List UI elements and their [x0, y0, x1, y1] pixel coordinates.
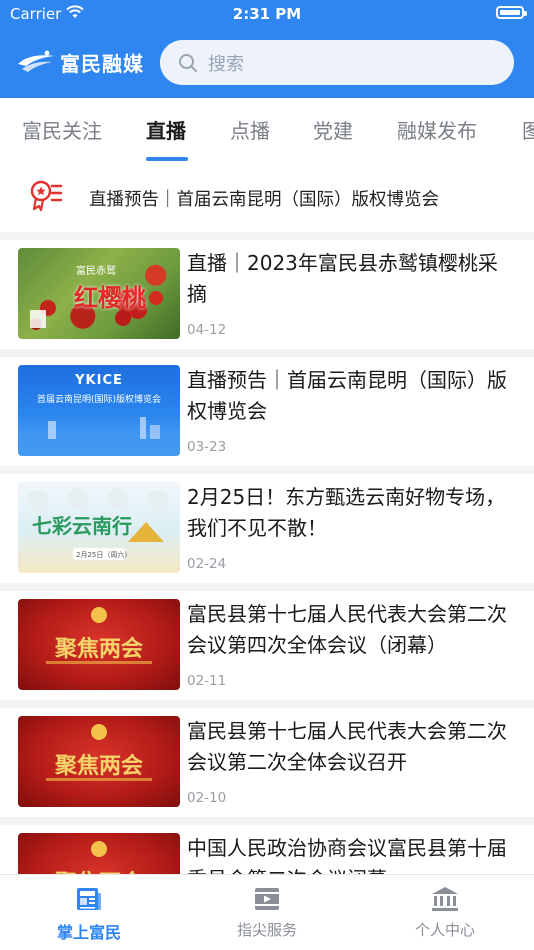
search-placeholder: 搜索 [208, 53, 244, 75]
tabbar-item-profile[interactable]: 个人中心 [356, 885, 534, 940]
app-logo-icon [18, 50, 54, 72]
thumb-caption-small: 2月25日（周六） [76, 551, 132, 559]
tab-vod[interactable]: 点播 [230, 115, 270, 144]
battery-icon [496, 6, 527, 19]
channel-tabs: 富民关注 直播 点播 党建 融媒发布 图 [0, 98, 534, 164]
thumb-caption-big: 聚焦两会 [54, 636, 143, 662]
news-item[interactable]: 聚焦两会 富民县第十七届人民代表大会第二次会议第四次全体会议（闭幕） 02-11 [0, 591, 534, 700]
video-icon [255, 888, 279, 910]
news-item[interactable]: 聚焦两会 富民县第十七届人民代表大会第二次会议第二次全体会议召开 02-10 [0, 708, 534, 817]
brand: 富民融媒 [16, 45, 144, 79]
news-date: 02-10 [187, 790, 227, 806]
bottom-tab-bar: 掌上富民 指尖服务 个人中心 [0, 874, 534, 950]
tab-more[interactable]: 图 [522, 115, 534, 144]
thumb-caption-big: 红樱桃 [74, 283, 146, 312]
news-title: 中国人民政治协商会议富民县第十届委员会第二次会议闭幕 [187, 836, 507, 874]
news-title: 2月25日！东方甄选云南好物专场，我们不见不散！ [187, 485, 506, 540]
app-name: 富民融媒 [60, 51, 144, 76]
tabbar-label: 指尖服务 [236, 921, 297, 939]
tabbar-item-home[interactable]: 掌上富民 [0, 885, 178, 943]
thumb-caption-small: 富民赤鹫 [76, 266, 116, 277]
thumb-caption-big: 首届云南昆明(国际)版权博览会 [36, 395, 162, 405]
news-item[interactable]: 七彩云南行 2月25日（周六） 2月25日！东方甄选云南好物专场，我们不见不散！… [0, 474, 534, 583]
news-date: 02-11 [187, 673, 227, 689]
news-date: 04-12 [187, 322, 227, 338]
tab-live[interactable]: 直播 [146, 115, 186, 144]
search-bar[interactable]: 搜索 [160, 40, 514, 85]
news-item[interactable]: 富民赤鹫 红樱桃 直播｜2023年富民县赤鹫镇樱桃采摘 04-12 [0, 240, 534, 349]
app-root: Carrier 2:31 PM 富民融媒 搜索 富民关注 直播 点播 党建 融媒… [0, 0, 534, 950]
news-item[interactable]: YKICE 首届云南昆明(国际)版权博览会 直播预告｜首届云南昆明（国际）版权博… [0, 357, 534, 466]
news-list: 富民赤鹫 红樱桃 直播｜2023年富民县赤鹫镇樱桃采摘 04-12 YKICE … [0, 240, 534, 874]
thumb-caption-small: YKICE [75, 373, 123, 388]
thumb-caption-big: 七彩云南行 [32, 514, 132, 538]
active-tab-indicator [146, 157, 188, 161]
tab-fumin-focus[interactable]: 富民关注 [22, 115, 102, 144]
news-thumbnail: 七彩云南行 2月25日（周六） [18, 482, 180, 573]
tab-party-building[interactable]: 党建 [313, 115, 353, 144]
status-time: 2:31 PM [232, 5, 302, 23]
tab-media-release[interactable]: 融媒发布 [397, 115, 477, 144]
tabbar-item-services[interactable]: 指尖服务 [178, 885, 356, 940]
news-date: 02-24 [187, 556, 227, 572]
news-date: 03-23 [187, 439, 227, 455]
search-icon [179, 53, 197, 72]
tabbar-label: 个人中心 [414, 921, 475, 939]
live-badge-icon [30, 180, 63, 212]
live-notice[interactable]: 直播预告｜首届云南昆明（国际）版权博览会 [0, 164, 534, 232]
header: Carrier 2:31 PM 富民融媒 搜索 [0, 0, 534, 98]
news-thumbnail: 聚焦两会 [18, 599, 180, 690]
tabbar-label: 掌上富民 [56, 923, 121, 942]
news-thumbnail: 聚焦两会 [18, 716, 180, 807]
notice-text: 直播预告｜首届云南昆明（国际）版权博览会 [89, 190, 439, 210]
news-title: 富民县第十七届人民代表大会第二次会议第四次全体会议（闭幕） [187, 602, 507, 657]
news-thumbnail: YKICE 首届云南昆明(国际)版权博览会 [18, 365, 180, 456]
news-title: 直播｜2023年富民县赤鹫镇樱桃采摘 [187, 251, 498, 306]
newspaper-icon [77, 888, 101, 910]
status-bar: Carrier 2:31 PM [0, 0, 534, 30]
news-title: 富民县第十七届人民代表大会第二次会议第二次全体会议召开 [187, 719, 507, 774]
news-title: 直播预告｜首届云南昆明（国际）版权博览会 [187, 368, 507, 423]
news-thumbnail: 富民赤鹫 红樱桃 [18, 248, 180, 339]
thumb-caption-big: 聚焦两会 [54, 753, 143, 779]
news-thumbnail: 聚焦两会 [18, 833, 180, 874]
thumb-caption-big: 聚焦两会 [18, 865, 180, 874]
bank-icon [432, 887, 458, 911]
news-item[interactable]: 聚焦两会 中国人民政治协商会议富民县第十届委员会第二次会议闭幕 [0, 825, 534, 874]
